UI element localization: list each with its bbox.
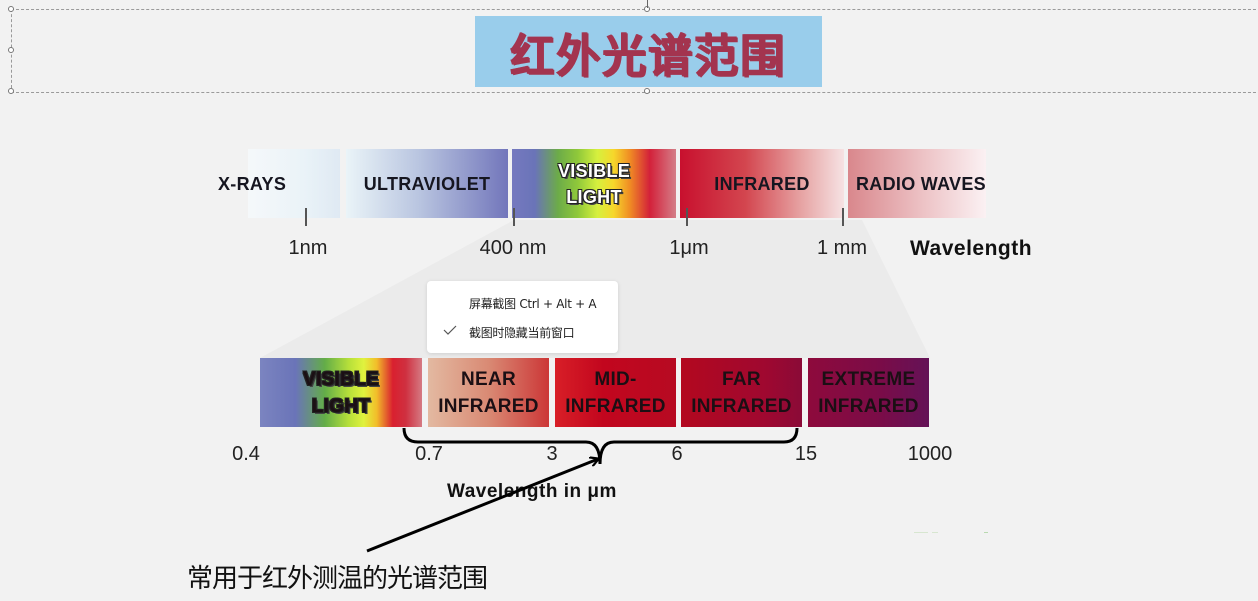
annotation-caption: 常用于红外测温的光谱范围 <box>187 564 488 594</box>
screenshot-context-menu: 屏幕截图 Ctrl + Alt + A 截图时隐藏当前窗口 <box>427 281 618 353</box>
checkmark-icon <box>443 325 457 335</box>
menu-item-label: 截图时隐藏当前窗口 <box>469 326 575 340</box>
menu-item-screenshot[interactable]: 屏幕截图 Ctrl + Alt + A <box>427 289 618 315</box>
faint-marks <box>914 532 988 533</box>
pointer-arrow <box>366 459 598 553</box>
menu-item-label: 屏幕截图 Ctrl + Alt + A <box>469 297 597 311</box>
annotation-layer <box>366 427 799 553</box>
range-brace <box>402 427 799 465</box>
menu-item-hide-window-on-capture[interactable]: 截图时隐藏当前窗口 <box>427 318 618 344</box>
